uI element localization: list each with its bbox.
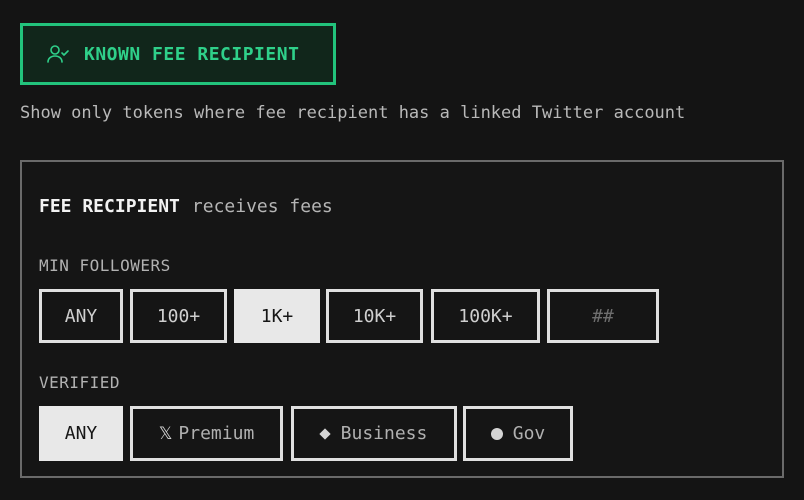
- verified-option-gov[interactable]: Gov: [463, 406, 573, 461]
- verified-option-label: Business: [340, 423, 428, 444]
- verified-option-premium[interactable]: 𝕏 Premium: [130, 406, 283, 461]
- fee-recipient-panel: FEE RECIPIENT receives fees MIN FOLLOWERS…: [20, 160, 784, 478]
- followers-option-100k[interactable]: 100K+: [431, 289, 540, 343]
- verified-label: VERIFIED: [39, 373, 121, 392]
- known-fee-recipient-toggle[interactable]: KNOWN FEE RECIPIENT: [20, 23, 336, 85]
- x-logo-icon: 𝕏: [158, 423, 173, 444]
- verified-option-label: ANY: [64, 423, 98, 444]
- verified-option-label: Premium: [178, 423, 255, 444]
- verified-option-label: Gov: [512, 423, 546, 444]
- followers-option-1k[interactable]: 1K+: [234, 289, 320, 343]
- followers-custom-input[interactable]: ##: [547, 289, 659, 343]
- followers-custom-placeholder: ##: [592, 305, 614, 327]
- followers-option-label: 10K+: [352, 305, 397, 327]
- min-followers-label: MIN FOLLOWERS: [39, 256, 171, 275]
- panel-title-strong: FEE RECIPIENT: [39, 196, 180, 217]
- followers-option-any[interactable]: ANY: [39, 289, 123, 343]
- verified-option-business[interactable]: Business: [291, 406, 457, 461]
- panel-title-soft: receives fees: [191, 196, 333, 217]
- user-check-icon: [46, 42, 70, 66]
- followers-option-100[interactable]: 100+: [130, 289, 227, 343]
- followers-option-label: 100+: [156, 305, 201, 327]
- followers-option-10k[interactable]: 10K+: [326, 289, 423, 343]
- followers-option-label: ANY: [64, 305, 98, 327]
- toggle-label: KNOWN FEE RECIPIENT: [84, 43, 300, 65]
- panel-title: FEE RECIPIENT receives fees: [39, 196, 333, 217]
- verified-option-any[interactable]: ANY: [39, 406, 123, 461]
- circle-icon: [490, 427, 503, 440]
- followers-option-label: 100K+: [458, 305, 513, 327]
- filter-description: Show only tokens where fee recipient has…: [20, 103, 686, 123]
- diamond-icon: [318, 427, 331, 440]
- followers-option-label: 1K+: [260, 305, 294, 327]
